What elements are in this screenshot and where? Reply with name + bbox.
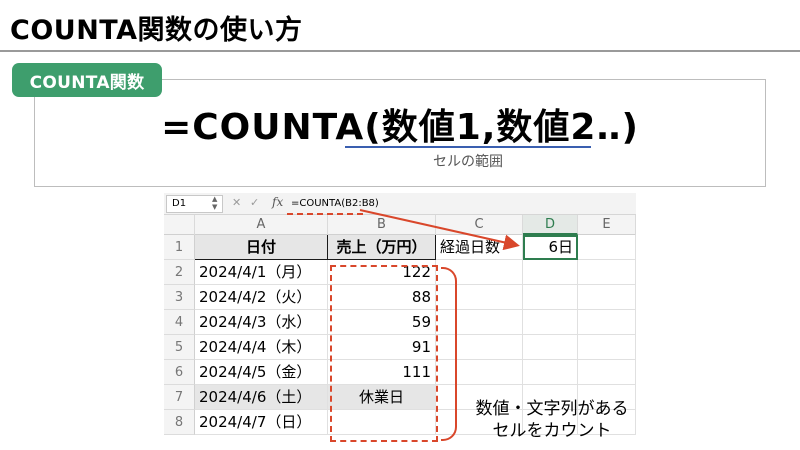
cell-a7[interactable]: 2024/4/6（土）	[195, 385, 328, 410]
cell-b4[interactable]: 59	[328, 310, 436, 335]
column-headers: A B C D E	[164, 215, 636, 235]
cell-e6[interactable]	[578, 360, 636, 385]
column-header-e[interactable]: E	[578, 215, 636, 235]
cancel-x-icon[interactable]: ✕	[232, 196, 241, 209]
table-row: 3 2024/4/2（火） 88	[164, 285, 636, 310]
row-header[interactable]: 7	[164, 385, 195, 410]
page-title: COUNTA関数の使い方	[10, 15, 303, 46]
syntax-caption: セルの範囲	[433, 154, 503, 170]
annotation-line-1: 数値・文字列がある	[475, 399, 629, 419]
annotation-callout: 数値・文字列がある セルをカウント	[452, 398, 652, 442]
cell-b6[interactable]: 111	[328, 360, 436, 385]
row-header[interactable]: 4	[164, 310, 195, 335]
cell-b8[interactable]	[328, 410, 436, 435]
annotation-line-2: セルをカウント	[492, 421, 612, 441]
formula-syntax: =COUNTA(数値1,数値2‥)	[161, 107, 639, 148]
cell-a6[interactable]: 2024/4/5（金）	[195, 360, 328, 385]
formula-bar: D1 ▲ ▼ ✕ ✓ fx =COUNTA(B2:B8)	[164, 193, 636, 215]
cell-b7[interactable]: 休業日	[328, 385, 436, 410]
cell-c6[interactable]	[436, 360, 523, 385]
row-header[interactable]: 1	[164, 235, 195, 260]
cell-a5[interactable]: 2024/4/4（木）	[195, 335, 328, 360]
column-header-a[interactable]: A	[195, 215, 328, 235]
cell-b2[interactable]: 122	[328, 260, 436, 285]
cell-e4[interactable]	[578, 310, 636, 335]
name-box-stepper-icon[interactable]: ▲ ▼	[212, 195, 217, 211]
row-header[interactable]: 2	[164, 260, 195, 285]
checkmark-icon[interactable]: ✓	[250, 196, 259, 209]
cell-e2[interactable]	[578, 260, 636, 285]
row-header[interactable]: 5	[164, 335, 195, 360]
cell-d2[interactable]	[523, 260, 578, 285]
cell-b1[interactable]: 売上（万円）	[328, 235, 436, 260]
cell-e5[interactable]	[578, 335, 636, 360]
select-all-corner[interactable]	[164, 215, 195, 235]
cell-c4[interactable]	[436, 310, 523, 335]
table-row: 5 2024/4/4（木） 91	[164, 335, 636, 360]
cell-c1[interactable]: 経過日数	[436, 235, 523, 260]
cell-e1[interactable]	[578, 235, 636, 260]
fx-icon[interactable]: fx	[272, 195, 283, 209]
cell-d3[interactable]	[523, 285, 578, 310]
cell-d1[interactable]: 6日	[523, 235, 578, 260]
cell-e3[interactable]	[578, 285, 636, 310]
row-header[interactable]: 3	[164, 285, 195, 310]
cell-b3[interactable]: 88	[328, 285, 436, 310]
row-header[interactable]: 8	[164, 410, 195, 435]
cell-b5[interactable]: 91	[328, 335, 436, 360]
cell-a4[interactable]: 2024/4/3（水）	[195, 310, 328, 335]
column-header-c[interactable]: C	[436, 215, 523, 235]
cell-a2[interactable]: 2024/4/1（月）	[195, 260, 328, 285]
cell-c3[interactable]	[436, 285, 523, 310]
table-row: 2 2024/4/1（月） 122	[164, 260, 636, 285]
cell-d5[interactable]	[523, 335, 578, 360]
cell-a1[interactable]: 日付	[195, 235, 328, 260]
cell-d4[interactable]	[523, 310, 578, 335]
column-header-d[interactable]: D	[523, 215, 578, 235]
syntax-underline	[345, 146, 591, 148]
title-divider	[0, 50, 800, 52]
cell-a3[interactable]: 2024/4/2（火）	[195, 285, 328, 310]
cell-d6[interactable]	[523, 360, 578, 385]
formula-input[interactable]: =COUNTA(B2:B8)	[288, 195, 634, 213]
cell-c5[interactable]	[436, 335, 523, 360]
cell-a8[interactable]: 2024/4/7（日）	[195, 410, 328, 435]
table-row: 4 2024/4/3（水） 59	[164, 310, 636, 335]
table-row: 6 2024/4/5（金） 111	[164, 360, 636, 385]
column-header-b[interactable]: B	[328, 215, 436, 235]
cell-c2[interactable]	[436, 260, 523, 285]
function-badge: COUNTA関数	[12, 63, 162, 97]
table-row: 1 日付 売上（万円） 経過日数 6日	[164, 235, 636, 260]
row-header[interactable]: 6	[164, 360, 195, 385]
